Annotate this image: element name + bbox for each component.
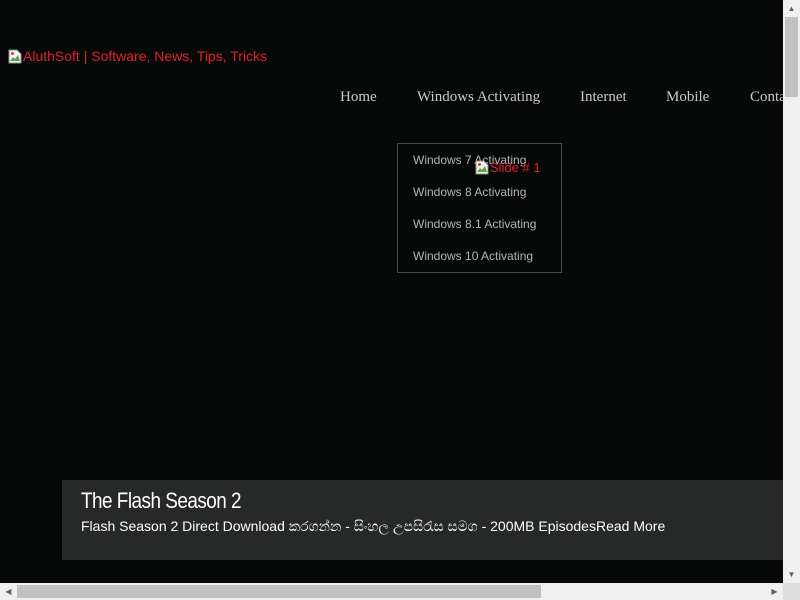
horizontal-scroll-thumb[interactable]	[17, 585, 541, 598]
slide-description-line: Flash Season 2 Direct Download කරගන්න - …	[81, 518, 665, 535]
broken-image-icon	[8, 49, 22, 64]
dropdown-item-windows-10[interactable]: Windows 10 Activating	[413, 249, 533, 263]
nav-item-home[interactable]: Home	[340, 89, 377, 106]
read-more-link[interactable]: Read More	[596, 518, 665, 534]
scrollbar-corner	[783, 583, 800, 600]
logo-alt-text: AluthSoft | Software, News, Tips, Tricks	[23, 48, 268, 64]
slide-image: Slide # 1	[475, 160, 541, 175]
scroll-left-icon[interactable]: ◀	[0, 583, 17, 600]
nav-item-mobile[interactable]: Mobile	[666, 89, 709, 106]
dropdown-item-windows-8-1[interactable]: Windows 8.1 Activating	[413, 217, 536, 231]
slide-description: Flash Season 2 Direct Download කරගන්න - …	[81, 518, 596, 534]
page: AluthSoft | Software, News, Tips, Tricks…	[0, 0, 783, 583]
dropdown-item-windows-8[interactable]: Windows 8 Activating	[413, 185, 526, 199]
nav-item-contact[interactable]: Conta	[750, 89, 783, 106]
slide-title[interactable]: The Flash Season 2	[81, 488, 242, 514]
horizontal-scrollbar[interactable]: ◀ ▶	[0, 583, 783, 600]
scroll-up-icon[interactable]: ▲	[783, 0, 800, 17]
slide-image-alt-text: Slide # 1	[490, 160, 541, 175]
scroll-right-icon[interactable]: ▶	[766, 583, 783, 600]
nav-item-windows-activating[interactable]: Windows Activating	[417, 89, 540, 106]
site-logo-link[interactable]: AluthSoft | Software, News, Tips, Tricks	[8, 48, 267, 64]
nav-item-internet[interactable]: Internet	[580, 89, 627, 106]
broken-image-icon	[475, 160, 489, 175]
vertical-scroll-thumb[interactable]	[785, 17, 798, 97]
slide-caption: The Flash Season 2 Flash Season 2 Direct…	[62, 480, 783, 560]
vertical-scrollbar[interactable]: ▲ ▼	[783, 0, 800, 583]
scroll-down-icon[interactable]: ▼	[783, 566, 800, 583]
